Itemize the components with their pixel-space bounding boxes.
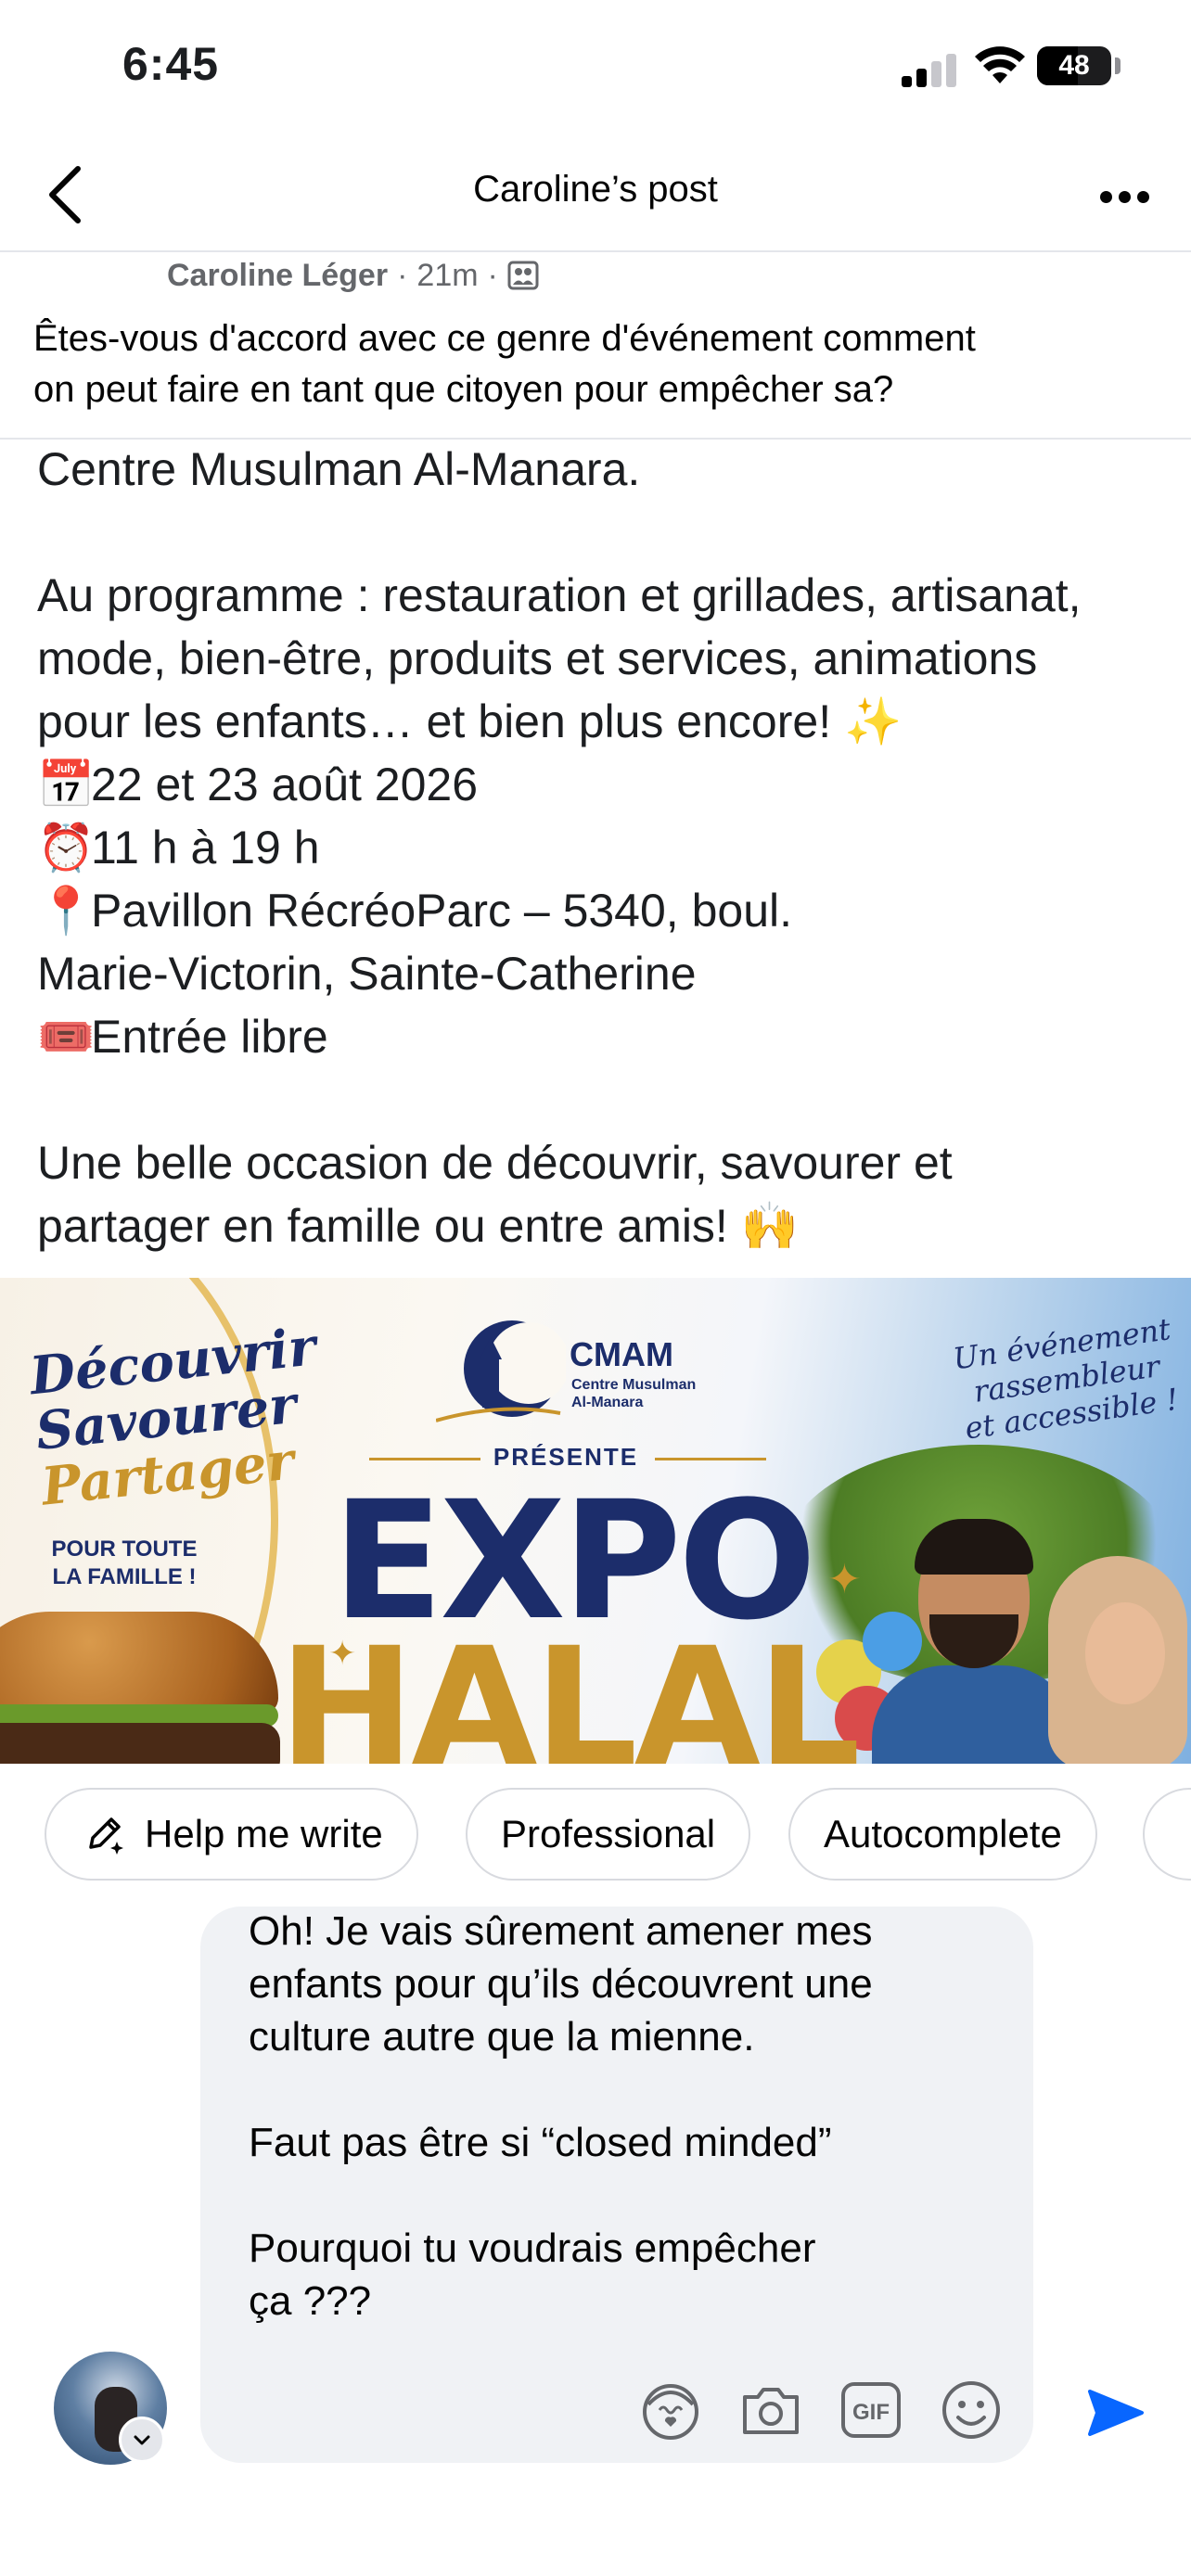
camera-icon [743, 2388, 799, 2434]
family-line: POUR TOUTE [51, 1537, 198, 1562]
post-author-line: Caroline Léger · 21m · [167, 255, 539, 296]
comment-line: Faut pas être si “closed minded” [249, 2120, 832, 2165]
calendar-icon: 📅 [37, 759, 96, 810]
author-name[interactable]: Caroline Léger [167, 258, 388, 294]
camera-button[interactable] [736, 2376, 805, 2444]
hours-line: ⏰11 h à 19 h [37, 816, 1178, 879]
event-date: 22 et 23 août 2026 [91, 759, 479, 810]
send-icon [1088, 2390, 1144, 2436]
alarm-clock-icon: ⏰ [37, 822, 96, 874]
sparkle-icon: ✦ [328, 1634, 357, 1672]
chip-label: Professional [501, 1812, 716, 1855]
writing-suggestions-row: Help me write Professional Autocomplete [45, 1788, 1191, 1884]
org-name-line: Al-Manara [571, 1395, 644, 1410]
comment-line: Oh! Je vais sûrement amener mes [249, 1908, 873, 1954]
emoji-button[interactable] [937, 2376, 1005, 2444]
caption-line: on peut faire en tant que citoyen pour e… [33, 369, 894, 410]
wifi-icon [975, 46, 1025, 83]
org-name-line: Centre Musulman [571, 1377, 697, 1393]
cellular-signal-icon [902, 50, 959, 87]
pin-icon: 📍 [37, 885, 96, 937]
banner-family-text: POUR TOUTE LA FAMILLE ! [50, 1536, 198, 1591]
comment-line: Pourquoi tu voudrais empêcher [249, 2225, 816, 2271]
post-time[interactable]: 21m [416, 258, 478, 294]
org-name: Centre Musulman Al-Manara [571, 1376, 720, 1411]
more-dots-icon [1100, 191, 1112, 203]
org-acronym: CMAM [570, 1335, 673, 1373]
body-line: partager en famille ou entre amis! 🙌 [37, 1200, 799, 1252]
status-bar: 6:45 48 [0, 0, 1191, 130]
sparkle-icon: ✦ [827, 1557, 862, 1602]
comment-line: ça ??? [249, 2278, 372, 2324]
shared-post-text: Centre Musulman Al-Manara. Au programme … [37, 438, 1178, 1257]
ticket-icon: 🎟️ [37, 1011, 96, 1063]
body-line: Centre Musulman Al-Manara. [37, 443, 641, 495]
entry-info: Entrée libre [91, 1011, 328, 1063]
banner-tagline: Découvrir Savourer Partager [27, 1316, 329, 1517]
burger-illustration [0, 1612, 297, 1764]
gif-button[interactable]: GIF [837, 2376, 905, 2444]
body-line: Une belle occasion de découvrir, savoure… [37, 1137, 953, 1189]
send-button[interactable] [1078, 2376, 1152, 2450]
autocomplete-chip[interactable]: Autocomplete [788, 1788, 1097, 1881]
comment-input[interactable]: Oh! Je vais sûrement amener mes enfants … [249, 1905, 1009, 2327]
switch-profile-button[interactable] [119, 2417, 165, 2463]
battery-cap [1115, 57, 1121, 74]
nav-bar: Caroline’s post [0, 139, 1191, 252]
meta-separator-2: · [487, 257, 498, 293]
event-banner-image[interactable]: Découvrir Savourer Partager POUR TOUTE L… [0, 1278, 1191, 1764]
gif-icon: GIF [841, 2382, 901, 2438]
body-line: pour les enfants… et bien plus encore! ✨ [37, 695, 903, 747]
place-line: 📍Pavillon RécréoParc – 5340, boul. [37, 879, 1178, 942]
body-line: mode, bien-être, produits et services, a… [37, 632, 1038, 684]
emoji-icon [942, 2381, 1000, 2439]
date-line: 📅22 et 23 août 2026 [37, 753, 1178, 816]
group-audience-icon [507, 261, 539, 290]
battery-icon: 48 [1037, 46, 1111, 85]
chip-label: Help me write [145, 1812, 383, 1855]
caption-line: Êtes-vous d'accord avec ce genre d'événe… [33, 318, 976, 359]
chevron-down-icon [134, 2435, 150, 2445]
woman-photo [1048, 1556, 1191, 1764]
comment-line: culture autre que la mienne. [249, 2014, 755, 2060]
entry-line: 🎟️Entrée libre [37, 1005, 1178, 1068]
meta-separator: · [397, 257, 408, 293]
avatar-sticker-icon [643, 2384, 698, 2440]
post-caption: Êtes-vous d'accord avec ce genre d'événe… [33, 313, 1165, 415]
page-title: Caroline’s post [473, 169, 718, 210]
event-hours: 11 h à 19 h [91, 822, 320, 874]
composer-toolbar: GIF [636, 2376, 1005, 2444]
avatar-sticker-button[interactable] [636, 2376, 705, 2444]
more-options-button[interactable] [1085, 178, 1159, 215]
help-me-write-chip[interactable]: Help me write [45, 1788, 418, 1881]
event-place: Pavillon RécréoParc – 5340, boul. [91, 885, 793, 937]
halal-title: HALAL [278, 1613, 861, 1765]
professional-chip[interactable]: Professional [466, 1788, 751, 1881]
man-photo [872, 1519, 1076, 1764]
chip-label: Autocomplete [824, 1812, 1062, 1855]
family-line: LA FAMILLE ! [52, 1564, 197, 1589]
more-suggestions-chip[interactable] [1143, 1788, 1191, 1881]
body-line: Marie-Victorin, Sainte-Catherine [37, 948, 697, 1000]
pen-sparkle-icon [80, 1810, 128, 1858]
cmam-logo-icon [436, 1320, 566, 1422]
comment-line: enfants pour qu’ils découvrent une [249, 1961, 873, 2007]
presents-rule-right [655, 1458, 766, 1460]
banner-slogan: Un événement rassembleur et accessible ! [949, 1311, 1185, 1447]
battery-level-text: 48 [1058, 50, 1090, 81]
body-line: Au programme : restauration et grillades… [37, 569, 1082, 621]
status-time: 6:45 [122, 38, 220, 90]
svg-text:GIF: GIF [852, 2400, 890, 2425]
